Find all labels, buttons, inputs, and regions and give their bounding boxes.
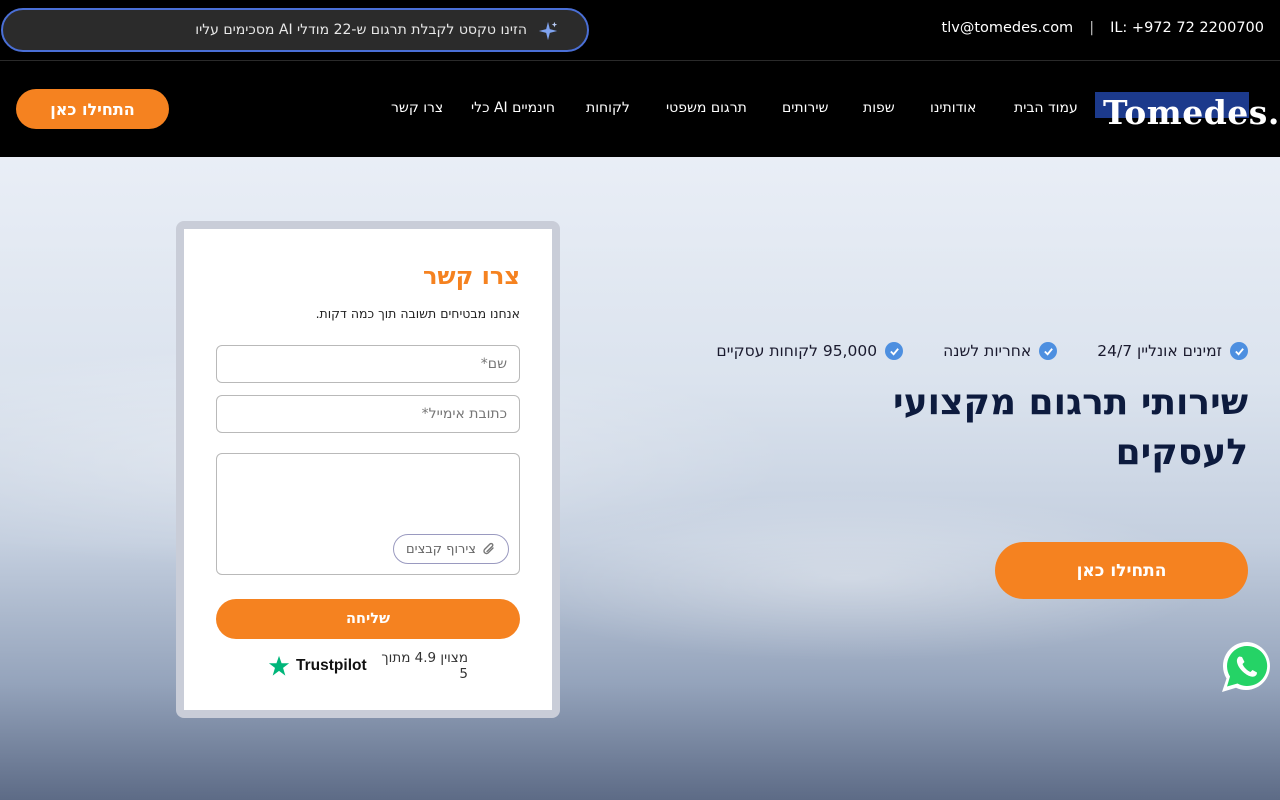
trustpilot-logo-text: Trustpilot xyxy=(296,657,367,674)
nav-item-clients[interactable]: לקוחות xyxy=(586,100,630,116)
feature-label: זמינים אונליין 24/7 xyxy=(1097,342,1222,360)
nav-item-languages[interactable]: שפות xyxy=(863,100,895,116)
nav-item-contact[interactable]: צרו קשר xyxy=(391,100,443,116)
email-placeholder: כתובת אימייל* xyxy=(421,406,507,422)
feature-warranty: אחריות לשנה xyxy=(943,342,1058,360)
form-subtitle: אנחנו מבטיחים תשובה תוך כמה דקות. xyxy=(315,306,520,321)
feature-online-24-7: זמינים אונליין 24/7 xyxy=(1097,342,1248,360)
check-icon xyxy=(1039,342,1058,360)
nav-item-legal-translation[interactable]: תרגום משפטי xyxy=(666,100,747,116)
send-button[interactable]: שליחה xyxy=(216,599,520,639)
rating-text: מצוין 4.9 מתוך 5 xyxy=(381,650,468,682)
feature-business-clients: 95,000 לקוחות עסקיים xyxy=(716,342,904,360)
top-bar: הזינו טקסט לקבלת תרגום ש-22 מודלי AI מסכ… xyxy=(0,0,1280,61)
logo-text: Tomedes. xyxy=(1103,93,1280,132)
attach-files-label: צירוף קבצים xyxy=(406,541,476,557)
contact-separator: | xyxy=(1089,20,1095,36)
check-icon xyxy=(1230,342,1248,360)
nav-item-home[interactable]: עמוד הבית xyxy=(1014,100,1078,116)
feature-label: אחריות לשנה xyxy=(943,342,1032,360)
trustpilot-star-icon xyxy=(268,655,290,676)
trustpilot-rating[interactable]: Trustpilot מצוין 4.9 מתוך 5 xyxy=(268,650,468,682)
nav-item-about[interactable]: אודותינו xyxy=(930,100,976,116)
whatsapp-icon[interactable] xyxy=(1220,640,1274,694)
paperclip-icon xyxy=(483,542,494,555)
attach-files-button[interactable]: צירוף קבצים xyxy=(393,534,509,564)
nav-item-free-ai-tools[interactable]: כלי AI חינמיים xyxy=(471,100,555,116)
name-field[interactable]: שם* xyxy=(216,345,520,383)
hero-title: שירותי תרגום מקצועי לעסקים xyxy=(893,382,1248,473)
ai-banner-text: הזינו טקסט לקבלת תרגום ש-22 מודלי AI מסכ… xyxy=(195,22,527,38)
main-nav xyxy=(0,61,1280,157)
check-icon xyxy=(885,342,904,360)
hero-features: זמינים אונליין 24/7 אחריות לשנה 95,000 ל… xyxy=(716,342,1248,360)
feature-label: 95,000 לקוחות עסקיים xyxy=(716,342,878,360)
sparkle-icon xyxy=(538,21,558,41)
email-link[interactable]: tlv@tomedes.com xyxy=(942,20,1074,36)
ai-translation-banner[interactable]: הזינו טקסט לקבלת תרגום ש-22 מודלי AI מסכ… xyxy=(1,8,589,52)
phone-link[interactable]: IL: +972 72 2200700 xyxy=(1110,20,1264,36)
nav-item-services[interactable]: שירותים xyxy=(782,100,828,116)
contact-info: tlv@tomedes.com | IL: +972 72 2200700 xyxy=(942,20,1264,36)
nav-get-started-button[interactable]: התחילו כאן xyxy=(16,89,169,129)
email-field[interactable]: כתובת אימייל* xyxy=(216,395,520,433)
tomedes-logo[interactable]: Tomedes. xyxy=(1095,92,1279,132)
name-placeholder: שם* xyxy=(480,356,507,372)
hero-get-started-button[interactable]: התחילו כאן xyxy=(995,542,1248,599)
form-title: צרו קשר xyxy=(422,262,520,290)
